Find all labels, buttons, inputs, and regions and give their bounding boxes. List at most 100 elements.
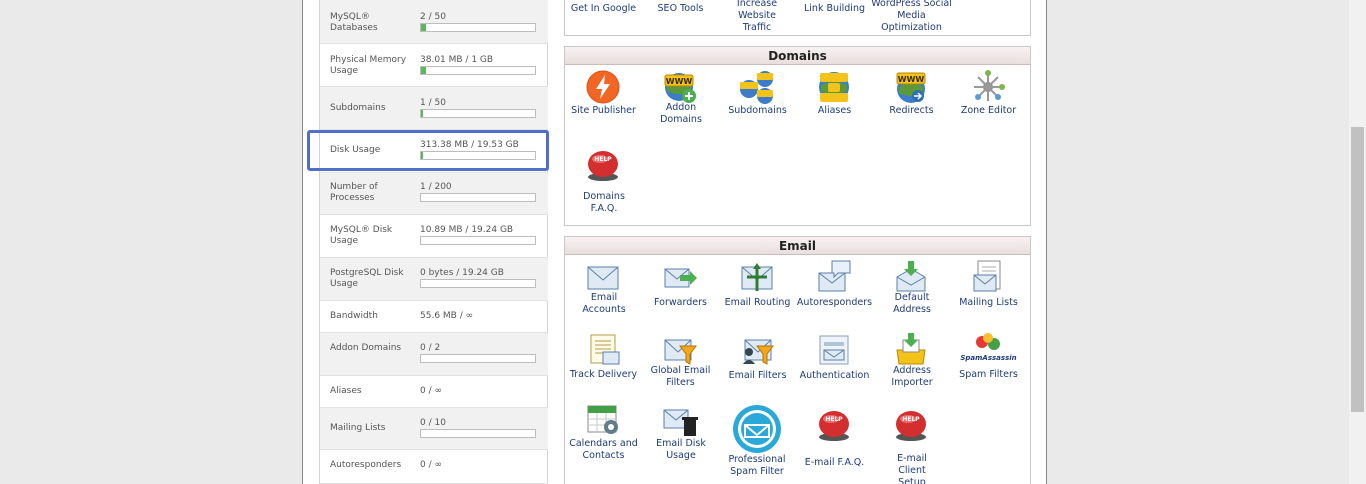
- item-label: E-mail Client Setup: [897, 453, 927, 484]
- stat-label: Bandwidth: [330, 311, 378, 321]
- stat-progress-bar: [420, 109, 536, 118]
- item-label: Domains F.A.Q.: [583, 191, 625, 214]
- item-label: Email Routing: [724, 297, 791, 308]
- redirects-icon: WWW: [896, 72, 926, 103]
- stat-value: 0 / ∞: [420, 386, 442, 396]
- disk-usage-highlight: [307, 130, 549, 171]
- stat-value: 38.01 MB / 1 GB: [420, 55, 494, 65]
- item-label: Professional Spam Filter: [728, 454, 786, 477]
- stat-row-postgresql-disk: PostgreSQL Disk Usage 0 bytes / 19.24 GB: [320, 258, 548, 301]
- stat-label: MySQL® Databases: [330, 12, 378, 33]
- stat-label: Mailing Lists: [330, 423, 386, 433]
- svg-text:HELP: HELP: [902, 416, 920, 423]
- lightning-icon: [586, 70, 620, 104]
- stat-label: Addon Domains: [330, 343, 402, 353]
- routing-icon: [741, 263, 773, 291]
- stats-sidebar: MySQL® Databases 2 / 50 Physical Memory …: [319, 0, 548, 484]
- domains-panel-title: Domains: [565, 47, 1030, 65]
- envelope-icon: [587, 266, 619, 290]
- item-label: Increase Website Traffic: [736, 0, 778, 33]
- stat-progress-bar: [420, 236, 536, 245]
- svg-text:HELP: HELP: [825, 416, 843, 423]
- forward-icon: [664, 268, 697, 288]
- email-panel: Email Email Accounts Forwarders Email Ro…: [564, 236, 1031, 484]
- vertical-scrollbar[interactable]: [1349, 0, 1366, 484]
- stat-value: 0 bytes / 19.24 GB: [420, 268, 504, 278]
- stat-row-mysql-databases: MySQL® Databases 2 / 50: [320, 0, 548, 44]
- item-label: Forwarders: [654, 297, 707, 308]
- scrollbar-thumb[interactable]: [1351, 127, 1364, 412]
- svg-text:HELP: HELP: [594, 156, 612, 163]
- item-label: SEO Tools: [657, 3, 704, 14]
- item-label: Zone Editor: [960, 105, 1017, 116]
- svg-text:WWW: WWW: [666, 77, 693, 86]
- item-label: Email Disk Usage: [656, 438, 706, 461]
- subdomains-icon: [740, 71, 773, 104]
- item-label: Email Accounts: [582, 292, 626, 315]
- stat-row-physical-memory: Physical Memory Usage 38.01 MB / 1 GB: [320, 44, 548, 87]
- filter-icon: [743, 339, 774, 365]
- item-label: Autoresponders: [796, 297, 873, 308]
- stat-row-mysql-disk: MySQL® Disk Usage 10.89 MB / 19.24 GB: [320, 215, 548, 258]
- aliases-icon: [819, 72, 849, 102]
- zone-editor-icon: [974, 70, 1005, 101]
- item-label: Default Address: [893, 292, 931, 315]
- stat-label: Number of Processes: [330, 182, 378, 203]
- stat-value: 2 / 50: [420, 12, 446, 22]
- spamassassin-logo-text: SpamAssassin: [960, 354, 1017, 362]
- filter-icon: [664, 339, 697, 365]
- stat-progress-bar: [420, 23, 536, 32]
- page-frame: MySQL® Databases 2 / 50 Physical Memory …: [302, 0, 1047, 484]
- item-label: Subdomains: [728, 105, 787, 116]
- help-icon: HELP: [819, 411, 849, 441]
- item-label: Global Email Filters: [650, 365, 711, 388]
- stat-progress-bar: [420, 66, 536, 75]
- contacts-icon: [896, 333, 926, 365]
- stat-progress-bar: [420, 354, 536, 363]
- marketing-panel: Get In Google SEO Tools Increase Website…: [564, 0, 1031, 36]
- item-label: Calendars and Contacts: [569, 438, 638, 461]
- default-address-icon: [896, 261, 926, 292]
- item-label: Mailing Lists: [959, 297, 1018, 308]
- addon-domain-icon: WWW: [664, 73, 696, 103]
- stat-progress-bar: [420, 193, 536, 202]
- item-label: Site Publisher: [571, 105, 636, 116]
- item-label: Track Delivery: [569, 369, 638, 380]
- item-label: Spam Filters: [959, 369, 1018, 380]
- stat-value: 0 / ∞: [420, 460, 442, 470]
- autoresponder-icon: [818, 260, 851, 292]
- item-label: Authentication: [799, 370, 870, 381]
- mailing-list-icon: [973, 260, 1001, 292]
- spam-filter-icon: [733, 405, 781, 453]
- item-label: Email Filters: [728, 370, 787, 381]
- item-label: WordPress Social Media Optimization: [871, 0, 952, 33]
- stat-row-mailing-lists: Mailing Lists 0 / 10: [320, 408, 548, 450]
- stat-value: 0 / 2: [420, 343, 441, 353]
- stat-row-processes: Number of Processes 1 / 200: [320, 173, 548, 215]
- svg-text:WWW: WWW: [898, 75, 925, 84]
- stat-row-aliases: Aliases 0 / ∞: [320, 376, 548, 408]
- help-icon: HELP: [588, 151, 618, 181]
- item-label: Redirects: [889, 105, 934, 116]
- item-label: Addon Domains: [660, 102, 702, 125]
- stat-row-addon-domains: Addon Domains 0 / 2: [320, 333, 548, 376]
- track-delivery-icon: [590, 334, 620, 365]
- stat-row-bandwidth: Bandwidth 55.6 MB / ∞: [320, 301, 548, 333]
- stat-label: Autoresponders: [330, 460, 402, 470]
- item-label: Aliases: [817, 105, 852, 116]
- stat-label: Subdomains: [330, 103, 386, 113]
- stat-label: MySQL® Disk Usage: [330, 225, 393, 246]
- item-label: Link Building: [803, 3, 865, 14]
- stat-label: Physical Memory Usage: [330, 55, 407, 76]
- item-label: E-mail F.A.Q.: [804, 457, 865, 468]
- stat-value: 55.6 MB / ∞: [420, 311, 474, 321]
- stat-progress-bar: [420, 279, 536, 288]
- item-label: Address Importer: [891, 365, 933, 388]
- item-label: Get In Google: [570, 3, 637, 14]
- stat-row-subdomains: Subdomains 1 / 50: [320, 87, 548, 130]
- calendar-icon: [587, 405, 618, 434]
- stat-row-autoresponders: Autoresponders 0 / ∞: [320, 450, 548, 484]
- stat-value: 1 / 200: [420, 182, 452, 192]
- trash-icon: [663, 409, 698, 436]
- stat-progress-bar: [420, 429, 536, 438]
